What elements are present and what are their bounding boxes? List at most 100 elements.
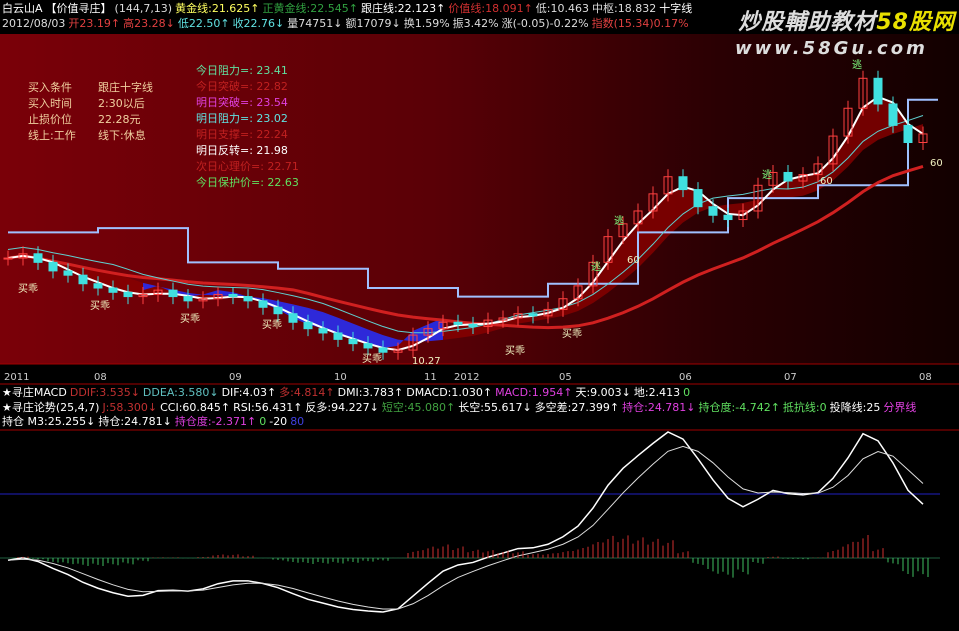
time-tick-label: 2012: [454, 372, 480, 383]
candle-body: [108, 287, 118, 293]
candle-body: [228, 293, 238, 298]
candle-body: [453, 321, 463, 325]
condition-label: 买入时间: [28, 97, 72, 110]
info-value: 抵抗线:0: [782, 401, 827, 414]
info-value: 多空差:27.399↑: [534, 401, 620, 414]
candle-body: [318, 328, 328, 334]
candle-body: [678, 176, 688, 191]
info-value: DDIF:3.535↓: [69, 386, 140, 399]
info-value: RSI:56.431↑: [233, 401, 303, 414]
time-tick-label: 06: [679, 372, 692, 383]
time-tick-label: 08: [919, 372, 932, 383]
candle-body: [3, 257, 13, 260]
center-line: [7, 115, 924, 334]
condition-row: 买入时间 2:30以后: [28, 96, 168, 112]
candle-body: [258, 300, 268, 308]
candle-body: [243, 296, 253, 302]
condition-value: 2:30以后: [98, 97, 145, 110]
time-tick-label: 11: [424, 372, 437, 383]
info-value: 持仓度:-2.371↑: [174, 415, 257, 428]
info-value: 长空:55.617↓: [458, 401, 532, 414]
condition-value: 跟庄十字线: [98, 81, 153, 94]
info-value: J:58.300↓: [102, 401, 158, 414]
time-tick-label: 09: [229, 372, 242, 383]
level-item: 明日支撑=: 22.24: [196, 128, 288, 141]
indicator-row-1: ★寻庄MACD DDIF:3.535↓ DDEA:3.580↓ DIF:4.03↑ 多:…: [2, 386, 693, 400]
indicator-row-3: 持仓 M3:25.255↓ 持仓:24.781↓ 持仓度:-2.371↑ 0 -20 80: [2, 415, 307, 429]
candle-body: [123, 291, 133, 298]
info-value: 短空:45.080↑: [381, 401, 456, 414]
time-tick-label: 08: [94, 372, 107, 383]
candle-body: [783, 171, 793, 182]
buy-label: 买乖: [180, 314, 200, 325]
level-item: 明日阻力=: 23.02: [196, 112, 288, 125]
level-item: 今日突破=: 22.82: [196, 80, 288, 93]
candle-body: [363, 343, 373, 349]
info-value: 0: [683, 386, 691, 399]
info-value: 反多:94.227↓: [305, 401, 379, 414]
watermark-url: www.58Gu.com: [735, 38, 928, 59]
info-value: ★寻庄论势(25,4,7): [2, 401, 100, 414]
info-value: CCI:60.845↑: [160, 401, 231, 414]
info-value: 天:9.003↓: [575, 386, 631, 399]
info-value: -20: [269, 415, 288, 428]
info-value: 多:4.814↑: [279, 386, 335, 399]
info-value: 地:2.413: [633, 386, 681, 399]
candle-body: [33, 253, 43, 263]
candle-body: [48, 261, 58, 272]
condition-row: 线上:工作 线下:休息: [28, 128, 168, 144]
time-tick-label: 2011: [4, 372, 30, 383]
candle-body: [348, 338, 358, 345]
candle-body: [723, 214, 733, 221]
candle-body: [288, 313, 298, 323]
escape-label: 逃: [762, 170, 772, 181]
info-value: 持仓度:-4.742↑: [698, 401, 780, 414]
candle-body: [93, 283, 103, 289]
candle-body: [168, 289, 178, 298]
info-value: 0: [259, 415, 267, 428]
condition-label: 买入条件: [28, 81, 72, 94]
escape-label: 逃: [852, 60, 862, 71]
candle-body: [303, 321, 313, 330]
time-tick-label: 10: [334, 372, 347, 383]
candle-body: [78, 274, 88, 285]
watermark-text: 炒股輔助教材: [738, 10, 877, 35]
time-tick-label: 05: [559, 372, 572, 383]
candle-body: [873, 77, 883, 105]
low-price-label: 10.27: [412, 356, 441, 367]
buy-label: 买乖: [562, 329, 582, 340]
buy-label: 买乖: [18, 284, 38, 295]
levels-panel: 今日阻力=: 23.41 今日突破=: 22.82 明日突破=: 23.54 明日阻力…: [196, 63, 299, 191]
info-value: 投降线:25: [829, 401, 881, 414]
info-value: MACD:1.954↑: [495, 386, 573, 399]
sixty-label: 60: [930, 158, 943, 169]
buy-label: 买乖: [362, 354, 382, 365]
condition-label: 线上:工作: [28, 129, 76, 142]
candle-body: [708, 206, 718, 216]
info-value: 80: [290, 415, 305, 428]
condition-value: 线下:休息: [98, 129, 146, 142]
candle-body: [333, 332, 343, 340]
dif-line: [7, 431, 924, 613]
candle-body: [903, 124, 913, 143]
info-value: DMI:3.783↑: [337, 386, 404, 399]
escape-label: 逃: [614, 216, 624, 227]
buy-label: 买乖: [505, 346, 525, 357]
info-value: 分界线: [883, 401, 917, 414]
indicator-row-2: ★寻庄论势(25,4,7) J:58.300↓ CCI:60.845↑ RSI:56.…: [2, 401, 919, 415]
info-value: 持仓:24.781↓: [98, 415, 172, 428]
time-tick-label: 07: [784, 372, 797, 383]
buy-label: 买乖: [262, 320, 282, 331]
buy-label: 买乖: [90, 301, 110, 312]
condition-value: 22.28元: [98, 113, 141, 126]
level-item: 明日反转=: 21.98: [196, 144, 288, 157]
candle-body: [273, 306, 283, 315]
candle-body: [183, 296, 193, 302]
level-item: 明日突破=: 23.54: [196, 96, 288, 109]
escape-label: 逃: [591, 262, 601, 273]
condition-row: 止损价位 22.28元: [28, 112, 168, 128]
level-item: 今日保护价=: 22.63: [196, 176, 299, 189]
condition-row: 买入条件 跟庄十字线: [28, 80, 168, 96]
info-value: DMACD:1.030↑: [406, 386, 493, 399]
sixty-label: 60: [820, 176, 833, 187]
